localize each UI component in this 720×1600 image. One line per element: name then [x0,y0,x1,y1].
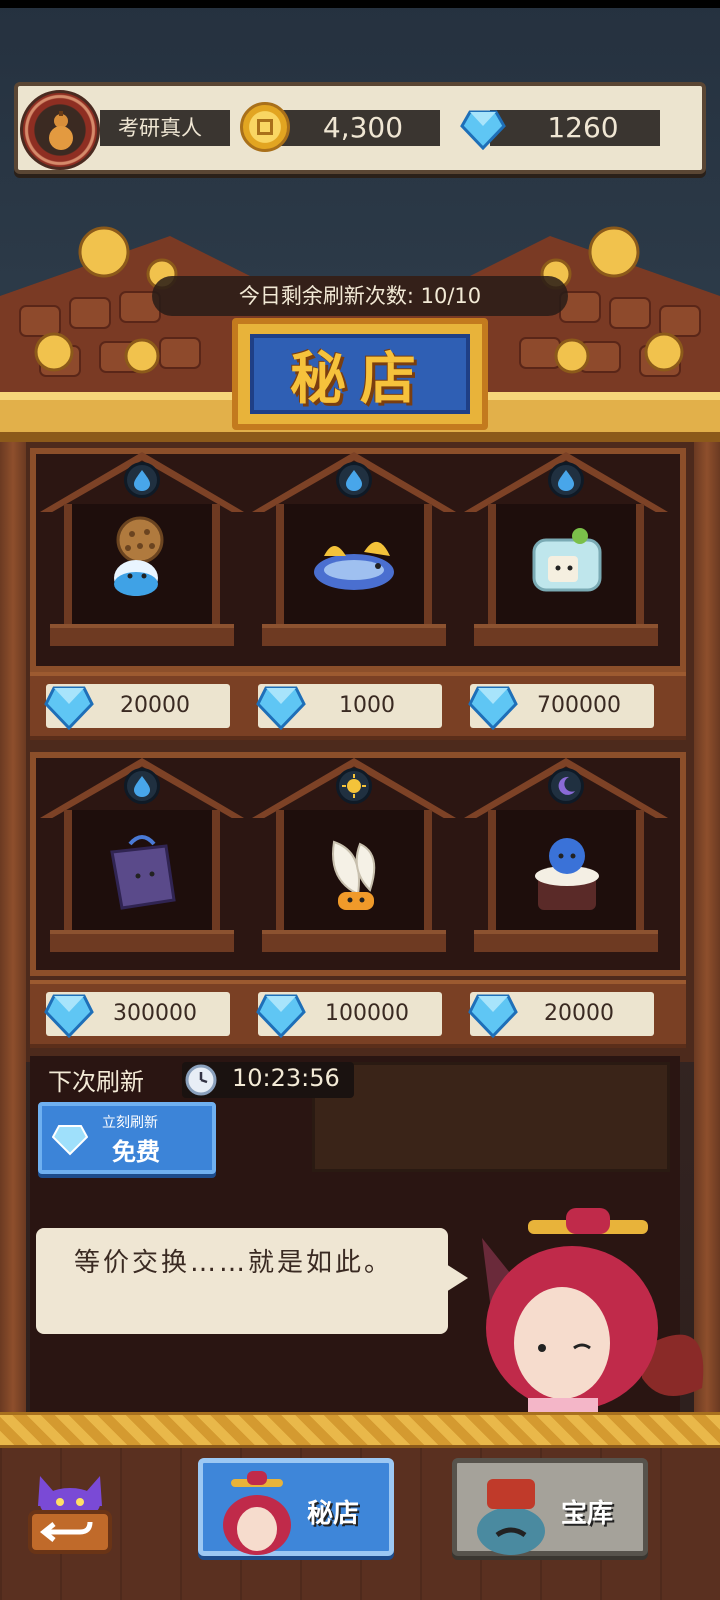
tab-vault-label: 宝库 [561,1499,614,1529]
coin-icon [240,102,290,152]
shop-item-6[interactable] [464,752,668,958]
refresh-free-label: 免费 [112,1138,160,1166]
gem-count: 1260 [490,110,660,146]
sun-icon [336,768,372,804]
tab-secret-shop[interactable]: 秘店 [198,1458,394,1556]
player-status-bar: 考研真人 4,300 1260 [14,82,706,174]
moon-icon [548,768,584,804]
gem-icon [460,110,506,150]
next-refresh-label: 下次刷新 [48,1068,144,1096]
shop-item-3[interactable] [464,446,668,652]
back-button[interactable] [20,1462,120,1562]
coin-count: 4,300 [270,110,440,146]
gourd-icon [49,111,73,150]
water-drop-icon [336,462,372,498]
nav-trim [0,1412,720,1448]
player-avatar[interactable] [20,90,100,170]
vault-keeper-icon [477,1479,545,1555]
shopkeeper-character [482,1208,704,1418]
status-strip [0,0,720,8]
gem-icon [256,994,306,1038]
gem-icon [468,994,518,1038]
bag-creature-icon [110,835,176,910]
tab-secret-shop-label: 秘店 [307,1499,360,1529]
refresh-timer: 10:23:56 [232,1064,340,1092]
cake-creature-icon [535,838,599,910]
water-drop-icon [124,462,160,498]
gem-icon [52,1125,88,1156]
tab-vault[interactable]: 宝库 [452,1458,648,1556]
feather-creature-icon [332,840,376,910]
shop-title: 秘店 [290,346,430,412]
puffer-creature-icon [114,516,164,596]
gem-icon [468,686,518,730]
refresh-count-label: 今日剩余刷新次数: 10/10 [152,276,568,316]
left-post [0,442,26,1442]
refresh-now-label: 立刻刷新 [102,1115,158,1131]
shop-item-1[interactable] [40,446,244,652]
clock-icon [185,1064,217,1096]
sea-slug-creature-icon [314,541,394,590]
gem-icon [256,686,306,730]
shop-sign: 秘店 [232,318,488,430]
cube-creature-icon [532,528,602,592]
shopkeeper-dialog: 等价交换……就是如此。 [36,1228,468,1334]
gem-icon [44,686,94,730]
water-drop-icon [548,462,584,498]
water-drop-icon [124,768,160,804]
shop-item-2[interactable] [252,446,456,652]
refresh-now-button[interactable]: 立刻刷新 免费 [38,1102,216,1174]
player-name: 考研真人 [100,110,230,146]
gem-icon [44,994,94,1038]
shop-item-5[interactable] [252,752,456,958]
shop-item-4[interactable] [40,752,244,958]
shopkeeper-icon [223,1471,291,1555]
